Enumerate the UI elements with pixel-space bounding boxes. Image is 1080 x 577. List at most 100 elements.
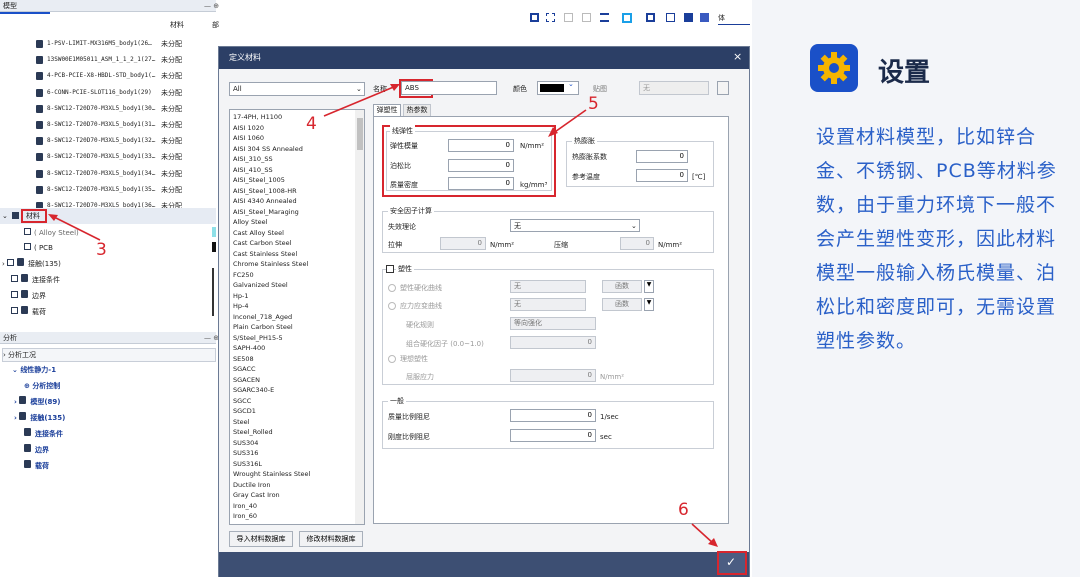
material-list-item[interactable]: Inconel_718_Aged [233, 312, 364, 323]
material-list-item[interactable]: AISI_410_SS [233, 165, 364, 176]
material-list-item[interactable]: Cast Carbon Steel [233, 238, 364, 249]
lasso-icon[interactable] [546, 13, 555, 22]
snap2-icon[interactable] [582, 13, 591, 22]
part-row[interactable]: 8-SWC12-T20D70-M3XL5_body1(30… 未分配 [36, 101, 216, 117]
material-list[interactable]: 17-4PH, H1100 AISI 1020 AISI 1060 AISI 304 … [229, 109, 365, 525]
texture-select[interactable]: 无 [639, 81, 709, 95]
hardening-function-button[interactable]: 函数 [602, 280, 642, 293]
material-list-item[interactable]: S/Steel_PH15-5 [233, 333, 364, 344]
tension-input[interactable]: 0 [440, 237, 486, 250]
material-list-item[interactable]: Chrome Stainless Steel [233, 259, 364, 270]
tree-item-connection[interactable]: 连接条件 [11, 274, 60, 286]
material-list-item[interactable]: Wrought Stainless Steel [233, 469, 364, 480]
tree-item-study[interactable]: ⌄ 线性静力-1 [12, 364, 56, 376]
part-row[interactable]: 4-PCB-PCIE-X8-HBDL-STD_body1(… 未分配 [36, 68, 216, 84]
tree-item-boundary[interactable]: 边界 [11, 290, 46, 302]
part-row[interactable]: 8-SWC12-T20D70-M3XL5_body1(31… 未分配 [36, 117, 216, 133]
material-list-item[interactable]: AISI_Steel_1005 [233, 175, 364, 186]
material-list-item[interactable]: Steel_Rolled [233, 427, 364, 438]
material-list-item[interactable]: AISI 4340 Annealed [233, 196, 364, 207]
part-row[interactable]: 8-SWC12-T20D70-M3XL5_body1(32… 未分配 [36, 133, 216, 149]
radio-hardening-curve[interactable] [388, 284, 396, 292]
material-list-item[interactable]: Hp-4 [233, 301, 364, 312]
edit-database-button[interactable]: 修改材料数据库 [299, 531, 363, 547]
tree-item-contact[interactable]: › 接触(135) [2, 258, 61, 270]
snap-icon[interactable] [564, 13, 573, 22]
material-list-item[interactable]: AISI 1020 [233, 123, 364, 134]
material-list-item[interactable]: Iron_60 [233, 511, 364, 522]
align-icon[interactable] [600, 13, 609, 22]
combined-factor-input[interactable]: 0 [510, 336, 596, 349]
poisson-ratio-input[interactable]: 0 [448, 159, 514, 172]
material-list-item[interactable]: Gray Cast Iron [233, 490, 364, 501]
material-list-item[interactable]: Ductile Iron [233, 480, 364, 491]
radio-stress-strain[interactable] [388, 302, 396, 310]
tree-item-study-boundary[interactable]: 边界 [24, 444, 49, 456]
tree-item-load[interactable]: 载荷 [11, 306, 46, 318]
part-icon[interactable] [684, 13, 693, 22]
close-icon[interactable]: × [733, 50, 742, 63]
tree-item-study-contact[interactable]: › 接触(135) [14, 412, 65, 424]
material-list-item[interactable]: AISI_Steel_1008-HR [233, 186, 364, 197]
tree-item-analysis-control[interactable]: ⊕ 分析控制 [24, 380, 60, 392]
plasticity-checkbox[interactable] [386, 265, 394, 273]
assembly-icon[interactable] [700, 13, 709, 22]
material-list-item[interactable]: SAPH-400 [233, 343, 364, 354]
material-list-item[interactable]: SGARC340-E [233, 385, 364, 396]
tree-item-model[interactable]: › 模型(89) [14, 396, 60, 408]
compression-input[interactable]: 0 [620, 237, 654, 250]
material-list-item[interactable]: SUS316 [233, 448, 364, 459]
part-row[interactable]: 8-SWC12-T20D70-M3XL5_body1(35… 未分配 [36, 182, 216, 198]
tree-item-material[interactable]: ⌄ 材料 [0, 208, 216, 224]
dropdown-icon[interactable]: ▼ [644, 298, 654, 311]
material-list-item[interactable]: SGACEN [233, 375, 364, 386]
part-row[interactable]: 6-CONN-PCIE-SLOT116_body1(29) 未分配 [36, 85, 216, 101]
part-row[interactable]: 13SW00E1M05011_ASM_1_1_2_1(27… 未分配 [36, 52, 216, 68]
material-list-item[interactable]: SUS316L [233, 459, 364, 470]
material-list-item[interactable]: Alloy Steel [233, 217, 364, 228]
dropdown-icon[interactable]: ▼ [644, 280, 654, 293]
material-name-input[interactable]: ABS [401, 81, 497, 95]
material-list-item[interactable]: Cast Alloy Steel [233, 228, 364, 239]
material-list-item[interactable]: Steel [233, 417, 364, 428]
density-input[interactable]: 0 [448, 177, 514, 190]
yield-stress-input[interactable]: 0 [510, 369, 596, 382]
hardening-curve-select[interactable]: 无 [510, 280, 586, 293]
part-row[interactable]: 1-PSV-LIMIT-MX316M5_body1(26… 未分配 [36, 36, 216, 52]
hardening-rule-select[interactable]: 等向强化 [510, 317, 596, 330]
color-picker[interactable]: ⌄ [537, 80, 579, 95]
part-row[interactable]: 8-SWC12-T20D70-M3XL5_body1(33… 未分配 [36, 149, 216, 165]
face-icon[interactable] [622, 13, 632, 23]
ref-temp-input[interactable]: 0 [636, 169, 688, 182]
thermal-coef-input[interactable]: 0 [636, 150, 688, 163]
scrollbar[interactable] [355, 110, 364, 524]
vertex-icon[interactable] [666, 13, 675, 22]
material-list-item[interactable]: SE508 [233, 354, 364, 365]
material-list-item[interactable]: Iron_40 [233, 501, 364, 512]
part-row[interactable]: 8-SWC12-T20D70-M3XL5_body1(34… 未分配 [36, 166, 216, 182]
tree-item-study-connection[interactable]: 连接条件 [24, 428, 63, 440]
material-list-item[interactable]: SGCC [233, 396, 364, 407]
stress-strain-function-button[interactable]: 函数 [602, 298, 642, 311]
tab-thermal[interactable]: 热参数 [403, 104, 431, 116]
material-list-item[interactable]: Plain Carbon Steel [233, 322, 364, 333]
stress-strain-select[interactable]: 无 [510, 298, 586, 311]
texture-browse-button[interactable] [717, 81, 729, 95]
import-database-button[interactable]: 导入材料数据库 [229, 531, 293, 547]
collapse-icon[interactable]: ⌄ [2, 210, 8, 222]
material-list-item[interactable]: AISI_Steel_Maraging [233, 207, 364, 218]
ok-button[interactable]: ✓ [717, 551, 747, 575]
material-list-item[interactable]: Galvanized Steel [233, 280, 364, 291]
material-list-item[interactable]: AISI_310_SS [233, 154, 364, 165]
material-list-item[interactable]: AISI 304 SS Annealed [233, 144, 364, 155]
material-list-item[interactable]: SGCD1 [233, 406, 364, 417]
box-select-icon[interactable] [530, 13, 539, 22]
youngs-modulus-input[interactable]: 0 [448, 139, 514, 152]
material-list-item[interactable]: FC250 [233, 270, 364, 281]
edge-icon[interactable] [646, 13, 655, 22]
radio-ideal-plastic[interactable] [388, 355, 396, 363]
failure-theory-select[interactable]: 无 ⌄ [510, 219, 640, 232]
material-list-item[interactable]: Hp-1 [233, 291, 364, 302]
filter-selector[interactable]: 体 [718, 12, 750, 25]
material-list-item[interactable]: Cast Stainless Steel [233, 249, 364, 260]
